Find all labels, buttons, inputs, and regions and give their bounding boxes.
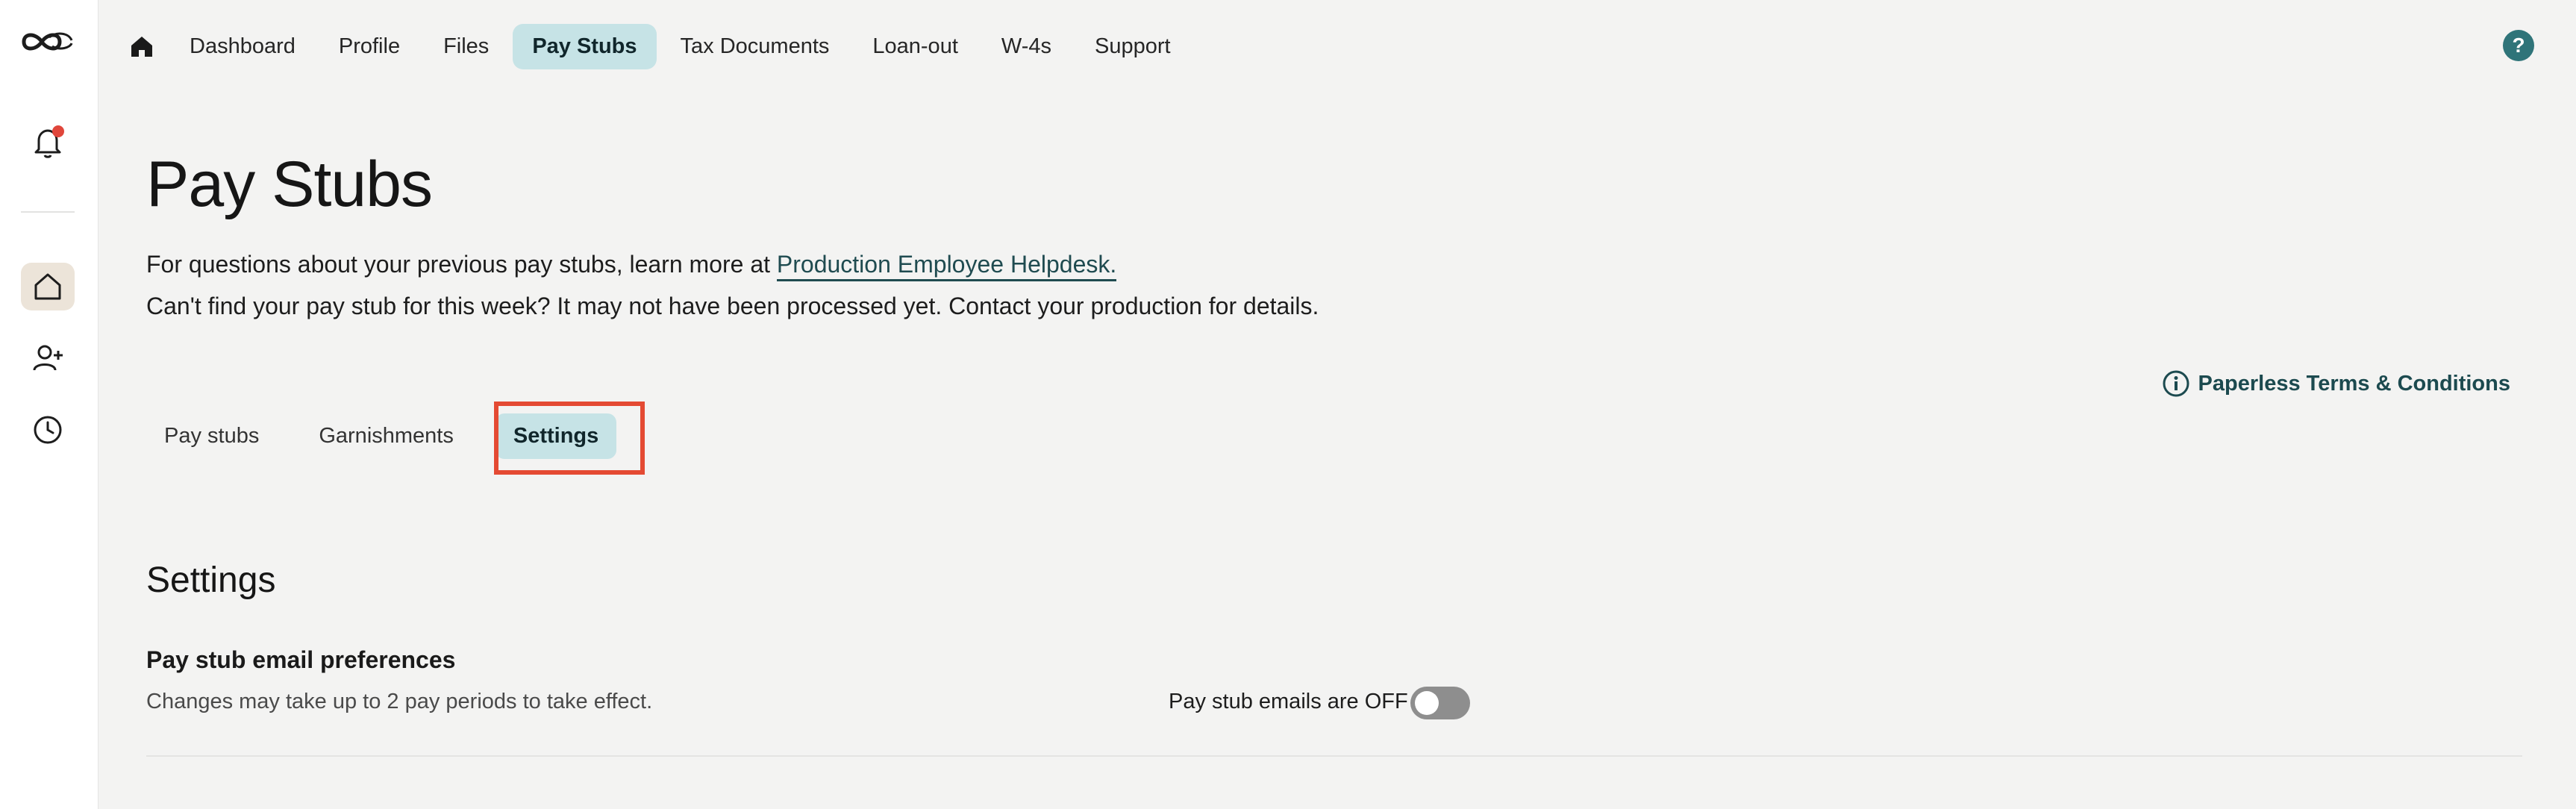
rail-home-button[interactable]: [21, 263, 75, 310]
help-icon[interactable]: ?: [2503, 30, 2534, 61]
nav-item-loan-out[interactable]: Loan-out: [853, 24, 978, 69]
settings-tab-highlight: [494, 402, 645, 475]
home-filled-icon: [131, 37, 152, 57]
settings-section-title: Settings: [146, 560, 276, 600]
intro-line-1: For questions about your previous pay st…: [146, 243, 1319, 285]
nav-item-tax-documents[interactable]: Tax Documents: [661, 24, 849, 69]
nav-home-button[interactable]: [125, 30, 158, 63]
nav-item-profile[interactable]: Profile: [319, 24, 419, 69]
email-toggle-label: Pay stub emails are OFF: [1169, 690, 1408, 713]
intro-line-1-text: For questions about your previous pay st…: [146, 251, 777, 278]
page-title: Pay Stubs: [146, 149, 433, 220]
section-divider: [146, 755, 2522, 757]
nav-item-dashboard[interactable]: Dashboard: [170, 24, 315, 69]
brand-logo-icon[interactable]: [19, 27, 76, 57]
toggle-knob: [1415, 691, 1439, 715]
notification-badge: [52, 125, 64, 137]
nav-item-w4s[interactable]: W-4s: [982, 24, 1071, 69]
clock-icon: [34, 416, 62, 444]
tab-pay-stubs[interactable]: Pay stubs: [146, 413, 277, 459]
email-preferences-title: Pay stub email preferences: [146, 646, 456, 673]
home-icon: [34, 273, 61, 300]
tab-garnishments[interactable]: Garnishments: [301, 413, 472, 459]
nav-item-support[interactable]: Support: [1075, 24, 1190, 69]
rail-history-button[interactable]: [27, 409, 69, 451]
rail-add-user-button[interactable]: [27, 337, 69, 379]
rail-divider: [21, 211, 75, 213]
add-user-icon: [33, 345, 63, 371]
nav-items: Dashboard Profile Files Pay Stubs Tax Do…: [170, 24, 1190, 69]
email-preferences-subtitle: Changes may take up to 2 pay periods to …: [146, 690, 653, 713]
page-intro: For questions about your previous pay st…: [146, 243, 1319, 327]
pay-stub-email-toggle[interactable]: [1410, 687, 1470, 719]
paperless-terms-label: Paperless Terms & Conditions: [2198, 371, 2510, 396]
nav-item-pay-stubs[interactable]: Pay Stubs: [513, 24, 657, 69]
top-navigation: Dashboard Profile Files Pay Stubs Tax Do…: [99, 0, 2576, 93]
paperless-terms-link[interactable]: Paperless Terms & Conditions: [2161, 369, 2510, 399]
info-icon: [2163, 370, 2189, 397]
helpdesk-link[interactable]: Production Employee Helpdesk.: [776, 251, 1117, 281]
intro-line-2: Can't find your pay stub for this week? …: [146, 293, 1319, 319]
notifications-bell-icon[interactable]: [28, 122, 67, 161]
left-rail: [0, 0, 99, 809]
nav-item-files[interactable]: Files: [424, 24, 508, 69]
